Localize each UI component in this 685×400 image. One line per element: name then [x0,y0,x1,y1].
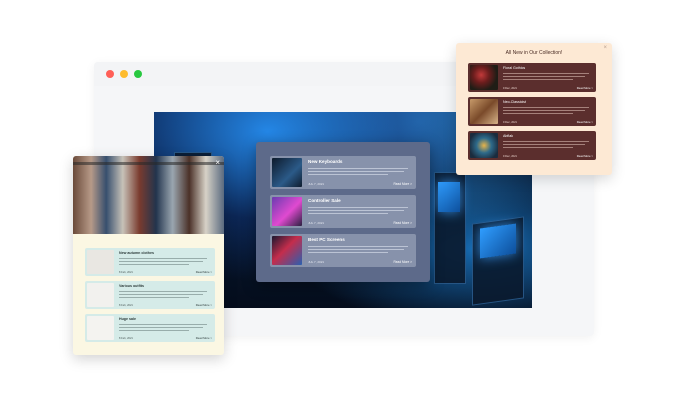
text-line [503,147,573,148]
item-date: 8 Feb, 2021 [119,337,133,340]
list-item[interactable]: Huge sale 8 Feb, 2021 Read More > [85,314,215,342]
text-line [119,324,207,325]
window-minimize-dot[interactable] [120,70,128,78]
clothes-rack-image: × [73,156,224,234]
keyboard-thumbnail [272,158,302,187]
text-line [119,291,207,292]
read-more-link[interactable]: Read More > [393,260,412,264]
text-line [503,76,585,77]
text-line [503,79,573,80]
read-more-link[interactable]: Read More > [577,120,593,124]
item-title: Abflak [503,134,513,138]
list-item[interactable]: New Keyboards JUL 7, 2021 Read More > [270,156,416,189]
text-line [308,207,408,209]
text-line [503,144,585,145]
read-more-link[interactable]: Read More > [577,154,593,158]
text-line [119,327,203,328]
text-line [308,249,404,251]
text-line [308,210,404,212]
item-date: 8 Feb, 2021 [119,304,133,307]
read-more-link[interactable]: Read More > [196,303,212,307]
arcade-screen [480,223,516,259]
item-date: 9 Dec, 2021 [503,155,517,158]
text-line [119,264,189,265]
read-more-link[interactable]: Read More > [577,86,593,90]
item-date: JUL 7, 2021 [308,221,325,225]
item-date: 9 Dec, 2021 [503,121,517,124]
popup-tech-news: New Keyboards JUL 7, 2021 Read More > Co… [256,142,430,282]
list-item[interactable]: Abflak 9 Dec, 2021 Read More > [468,131,596,160]
item-title: New Keyboards [308,159,343,164]
item-title: Huge sale [119,317,136,321]
pc-screen-thumbnail [272,236,302,265]
tshirt-thumbnail [87,316,114,340]
item-title: New autumn clothes [119,251,154,255]
text-line [308,252,388,254]
text-line [308,213,388,215]
list-item[interactable]: Floral Gothics 9 Dec, 2021 Read More > [468,63,596,92]
text-line [503,110,585,111]
text-line [503,113,573,114]
sweater-thumbnail [87,250,114,274]
read-more-link[interactable]: Read More > [196,336,212,340]
item-date: 8 Feb, 2021 [119,271,133,274]
outfit-thumbnail [87,283,114,307]
list-item[interactable]: Best PC Screens JUL 7, 2021 Read More > [270,234,416,267]
text-line [308,168,408,170]
item-title: Neo-Classicist [503,100,526,104]
list-item[interactable]: New autumn clothes 8 Feb, 2021 Read More… [85,248,215,276]
classical-art-thumbnail [470,99,498,124]
popup-fashion: × New autumn clothes 8 Feb, 2021 Read Mo… [73,156,224,355]
text-line [119,261,203,262]
clothes-rod [73,162,224,165]
item-title: Controller Sale [308,198,341,203]
window-close-dot[interactable] [106,70,114,78]
arcade-screen [438,182,460,212]
text-line [308,246,408,248]
item-title: Floral Gothics [503,66,526,70]
text-line [119,297,189,298]
text-line [119,330,189,331]
text-line [119,258,207,259]
abstract-art-thumbnail [470,133,498,158]
window-maximize-dot[interactable] [134,70,142,78]
item-date: JUL 7, 2021 [308,260,325,264]
popup-art-collection: × All New in Our Collection! Floral Goth… [456,43,612,175]
list-item[interactable]: Various outfits 8 Feb, 2021 Read More > [85,281,215,309]
floral-art-thumbnail [470,65,498,90]
list-item[interactable]: Controller Sale JUL 7, 2021 Read More > [270,195,416,228]
text-line [503,73,589,74]
close-icon[interactable]: × [215,158,220,167]
list-item[interactable]: Neo-Classicist 9 Dec, 2021 Read More > [468,97,596,126]
read-more-link[interactable]: Read More > [393,221,412,225]
read-more-link[interactable]: Read More > [393,182,412,186]
read-more-link[interactable]: Read More > [196,270,212,274]
controller-thumbnail [272,197,302,226]
popup-title: All New in Our Collection! [505,50,563,56]
item-title: Various outfits [119,284,144,288]
text-line [503,107,589,108]
text-line [308,174,388,176]
text-line [119,294,203,295]
text-line [308,171,404,173]
item-date: JUL 7, 2021 [308,182,325,186]
text-line [503,141,589,142]
item-date: 9 Dec, 2021 [503,87,517,90]
item-title: Best PC Screens [308,237,345,242]
